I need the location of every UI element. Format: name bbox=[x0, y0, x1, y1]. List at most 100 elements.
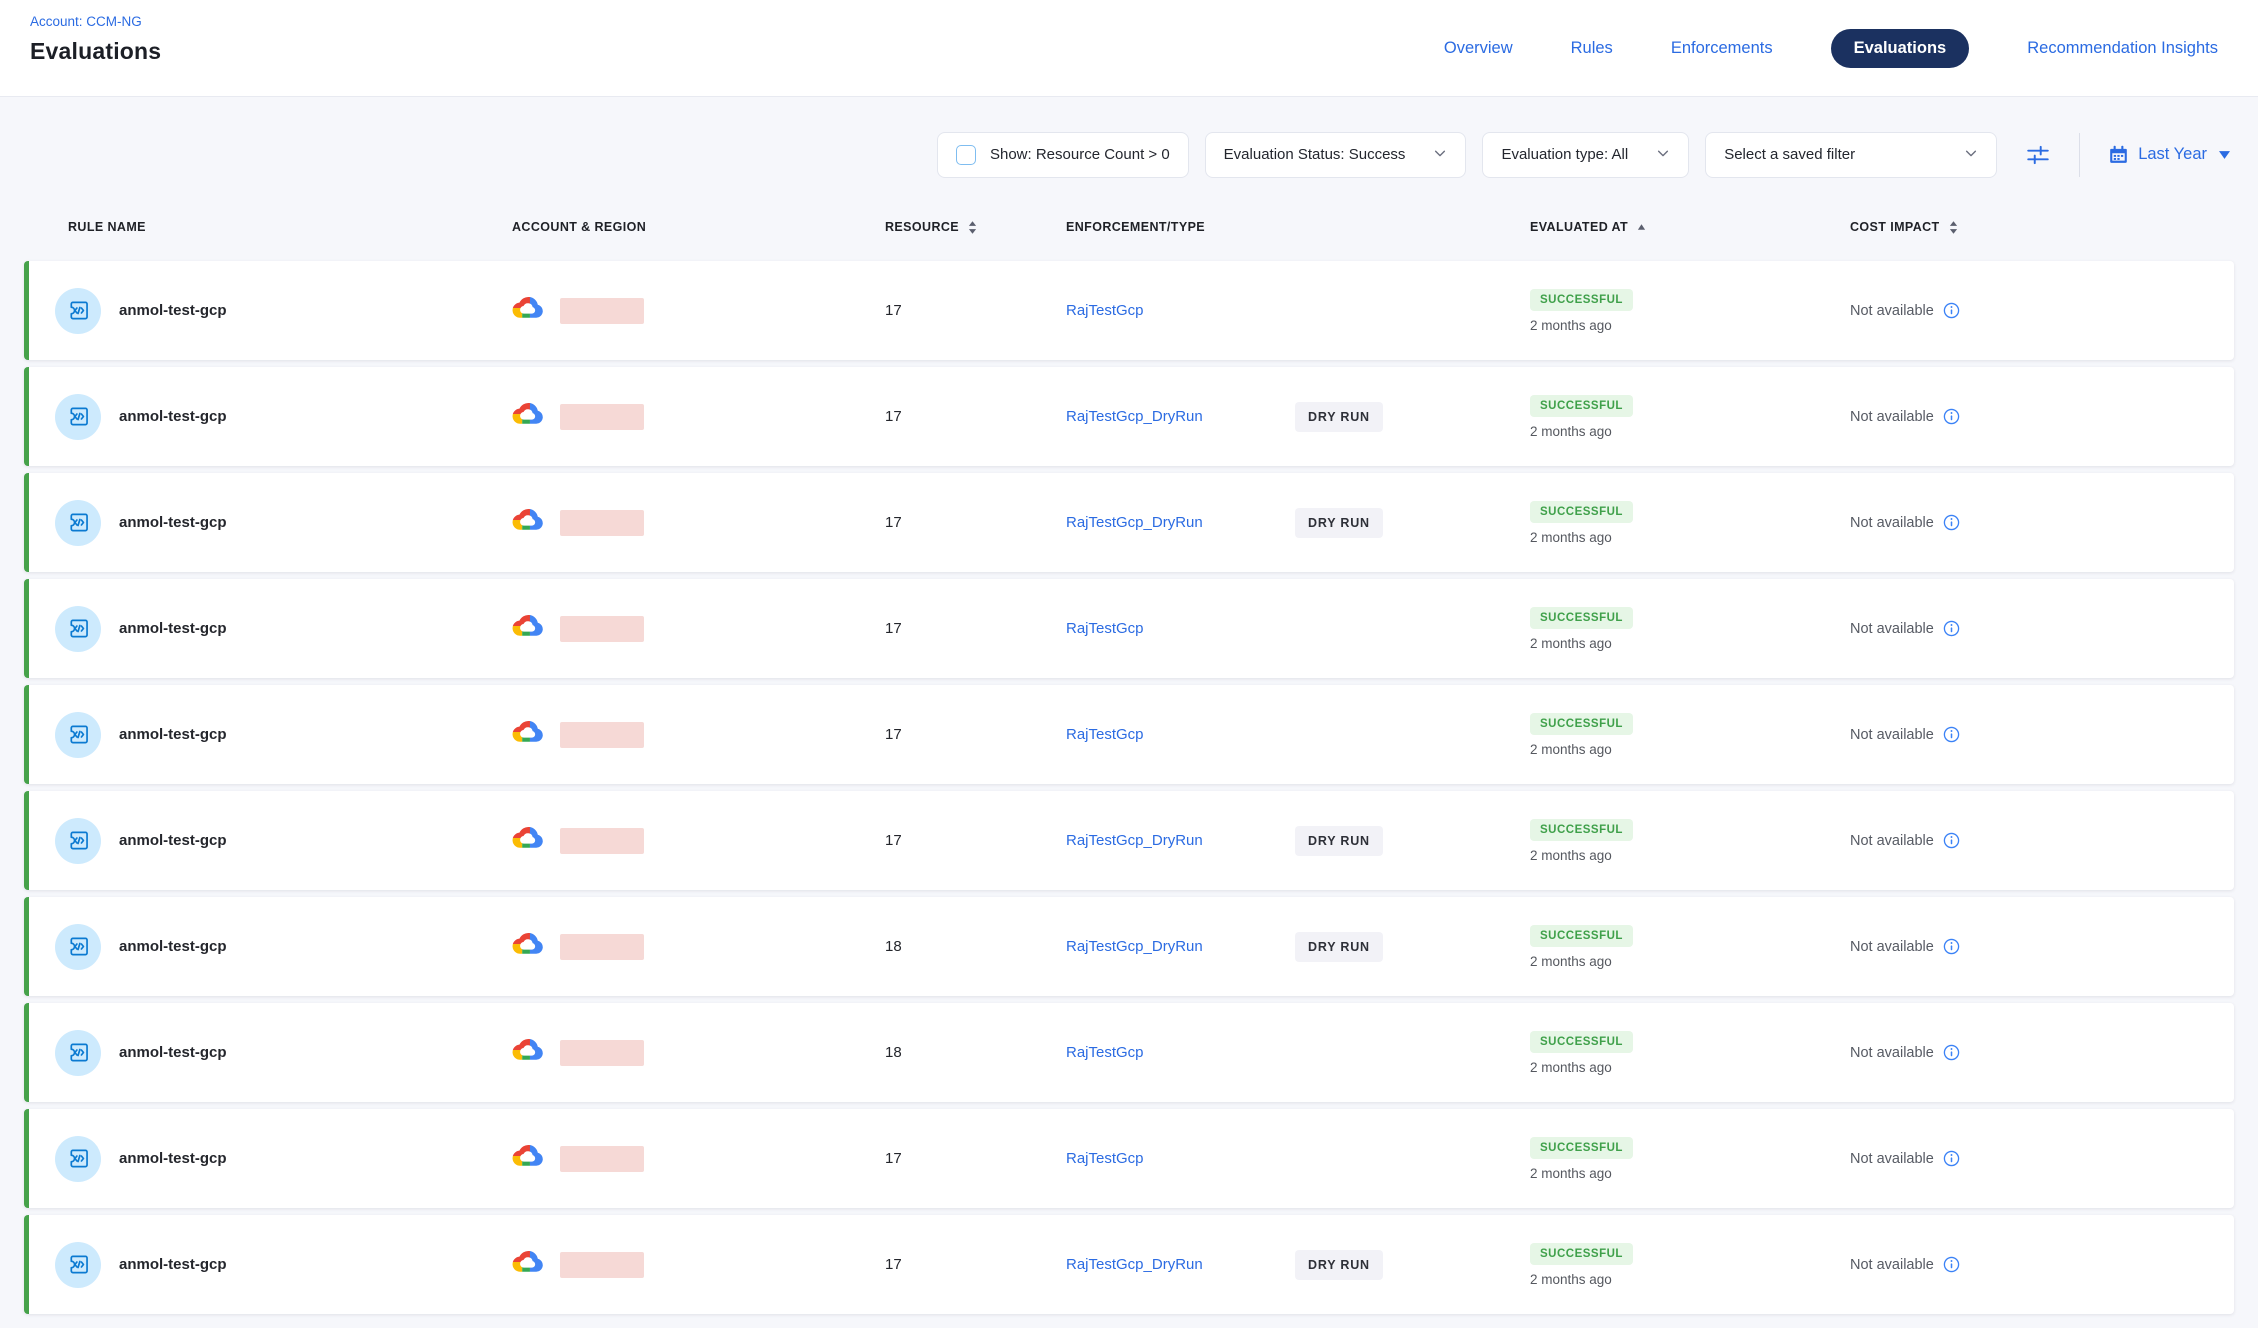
info-icon[interactable] bbox=[1943, 1150, 1960, 1167]
info-icon[interactable] bbox=[1943, 832, 1960, 849]
tab-overview[interactable]: Overview bbox=[1444, 39, 1513, 58]
column-label: ACCOUNT & REGION bbox=[512, 220, 646, 234]
resource-cell: 17 bbox=[885, 832, 1066, 849]
rule-name: anmol-test-gcp bbox=[119, 514, 227, 531]
cost-impact-text: Not available bbox=[1850, 833, 1934, 849]
resource-cell: 17 bbox=[885, 620, 1066, 637]
table-row[interactable]: anmol-test-gcp bbox=[24, 261, 2234, 360]
governance-rule-icon bbox=[55, 924, 101, 970]
enforcement-link[interactable]: RajTestGcp bbox=[1066, 1150, 1144, 1167]
enforcement-link[interactable]: RajTestGcp_DryRun bbox=[1066, 1256, 1203, 1273]
sort-icon[interactable] bbox=[968, 220, 977, 235]
table-row[interactable]: anmol-test-gcp bbox=[24, 897, 2234, 996]
resource-count-filter[interactable]: Show: Resource Count > 0 bbox=[937, 132, 1189, 178]
dry-run-badge: DRY RUN bbox=[1295, 402, 1383, 432]
table-row[interactable]: anmol-test-gcp bbox=[24, 367, 2234, 466]
account-name-redacted bbox=[560, 1040, 644, 1066]
cost-impact-cell: Not available bbox=[1850, 726, 2234, 743]
column-header-cost-impact[interactable]: COST IMPACT bbox=[1850, 220, 2234, 235]
filter-settings-icon[interactable] bbox=[2025, 142, 2051, 168]
divider bbox=[2079, 133, 2080, 177]
evaluation-type-dropdown[interactable]: Evaluation type: All bbox=[1482, 132, 1689, 178]
resource-cell: 17 bbox=[885, 302, 1066, 319]
governance-rule-icon bbox=[55, 500, 101, 546]
table-row[interactable]: anmol-test-gcp bbox=[24, 685, 2234, 784]
resource-count: 18 bbox=[885, 1044, 902, 1061]
governance-rule-icon bbox=[55, 1242, 101, 1288]
resource-count: 18 bbox=[885, 938, 902, 955]
evaluation-status-dropdown[interactable]: Evaluation Status: Success bbox=[1205, 132, 1467, 178]
table-row[interactable]: anmol-test-gcp bbox=[24, 473, 2234, 572]
evaluated-at-cell: SUCCESSFUL 2 months ago bbox=[1530, 1137, 1850, 1181]
governance-rule-icon bbox=[55, 606, 101, 652]
sort-ascending-icon[interactable] bbox=[1637, 223, 1646, 231]
enforcement-cell: RajTestGcp bbox=[1066, 726, 1530, 744]
enforcement-cell: RajTestGcp bbox=[1066, 302, 1530, 320]
rule-name-cell: anmol-test-gcp bbox=[29, 394, 512, 440]
info-icon[interactable] bbox=[1943, 938, 1960, 955]
enforcement-link[interactable]: RajTestGcp_DryRun bbox=[1066, 938, 1203, 955]
enforcement-cell: RajTestGcp bbox=[1066, 1150, 1530, 1168]
evaluated-time: 2 months ago bbox=[1530, 954, 1612, 969]
resource-count-filter-label: Show: Resource Count > 0 bbox=[990, 146, 1170, 163]
tab-evaluations[interactable]: Evaluations bbox=[1831, 29, 1970, 68]
tab-enforcements[interactable]: Enforcements bbox=[1671, 39, 1773, 58]
cost-impact-cell: Not available bbox=[1850, 408, 2234, 425]
evaluated-at-cell: SUCCESSFUL 2 months ago bbox=[1530, 713, 1850, 757]
enforcement-link[interactable]: RajTestGcp bbox=[1066, 620, 1144, 637]
enforcement-cell: RajTestGcp_DryRun DRY RUN bbox=[1066, 932, 1530, 962]
breadcrumb[interactable]: Account: CCM-NG bbox=[30, 13, 161, 31]
column-label: COST IMPACT bbox=[1850, 220, 1940, 234]
evaluated-time: 2 months ago bbox=[1530, 742, 1612, 757]
tab-recommendation-insights[interactable]: Recommendation Insights bbox=[2027, 39, 2218, 58]
table-row[interactable]: anmol-test-gcp bbox=[24, 1109, 2234, 1208]
date-range-picker[interactable]: Last Year bbox=[2108, 144, 2230, 165]
info-icon[interactable] bbox=[1943, 408, 1960, 425]
governance-rule-icon bbox=[55, 712, 101, 758]
gcp-cloud-icon bbox=[512, 402, 545, 431]
enforcement-cell: RajTestGcp bbox=[1066, 1044, 1530, 1062]
tab-rules[interactable]: Rules bbox=[1571, 39, 1613, 58]
info-icon[interactable] bbox=[1943, 620, 1960, 637]
resource-count: 17 bbox=[885, 302, 902, 319]
sort-icon[interactable] bbox=[1949, 220, 1958, 235]
rule-name: anmol-test-gcp bbox=[119, 938, 227, 955]
resource-count: 17 bbox=[885, 832, 902, 849]
column-header-enforcement-type: ENFORCEMENT/TYPE bbox=[1066, 220, 1530, 234]
cost-impact-cell: Not available bbox=[1850, 302, 2234, 319]
table-row[interactable]: anmol-test-gcp bbox=[24, 1003, 2234, 1102]
enforcement-link[interactable]: RajTestGcp bbox=[1066, 302, 1144, 319]
column-header-evaluated-at[interactable]: EVALUATED AT bbox=[1530, 220, 1850, 234]
enforcement-link[interactable]: RajTestGcp bbox=[1066, 1044, 1144, 1061]
enforcement-link[interactable]: RajTestGcp_DryRun bbox=[1066, 832, 1203, 849]
rule-name: anmol-test-gcp bbox=[119, 832, 227, 849]
table-row[interactable]: anmol-test-gcp bbox=[24, 791, 2234, 890]
enforcement-link[interactable]: RajTestGcp bbox=[1066, 726, 1144, 743]
resource-count-checkbox[interactable] bbox=[956, 145, 976, 165]
info-icon[interactable] bbox=[1943, 1256, 1960, 1273]
account-name-redacted bbox=[560, 616, 644, 642]
account-name-redacted bbox=[560, 298, 644, 324]
table-row[interactable]: anmol-test-gcp bbox=[24, 1215, 2234, 1314]
cost-impact-text: Not available bbox=[1850, 621, 1934, 637]
status-badge: SUCCESSFUL bbox=[1530, 1031, 1633, 1053]
column-header-resource[interactable]: RESOURCE bbox=[885, 220, 1066, 235]
info-icon[interactable] bbox=[1943, 514, 1960, 531]
info-icon[interactable] bbox=[1943, 726, 1960, 743]
evaluated-time: 2 months ago bbox=[1530, 848, 1612, 863]
chevron-down-icon bbox=[1433, 146, 1447, 164]
info-icon[interactable] bbox=[1943, 302, 1960, 319]
evaluated-time: 2 months ago bbox=[1530, 530, 1612, 545]
table-row[interactable]: anmol-test-gcp bbox=[24, 579, 2234, 678]
resource-cell: 17 bbox=[885, 514, 1066, 531]
enforcement-link[interactable]: RajTestGcp_DryRun bbox=[1066, 514, 1203, 531]
dry-run-badge: DRY RUN bbox=[1295, 1250, 1383, 1280]
saved-filter-dropdown[interactable]: Select a saved filter bbox=[1705, 132, 1997, 178]
status-badge: SUCCESSFUL bbox=[1530, 925, 1633, 947]
governance-rule-icon bbox=[55, 288, 101, 334]
evaluated-at-cell: SUCCESSFUL 2 months ago bbox=[1530, 289, 1850, 333]
info-icon[interactable] bbox=[1943, 1044, 1960, 1061]
enforcement-link[interactable]: RajTestGcp_DryRun bbox=[1066, 408, 1203, 425]
resource-cell: 17 bbox=[885, 1256, 1066, 1273]
gcp-cloud-icon bbox=[512, 932, 545, 961]
